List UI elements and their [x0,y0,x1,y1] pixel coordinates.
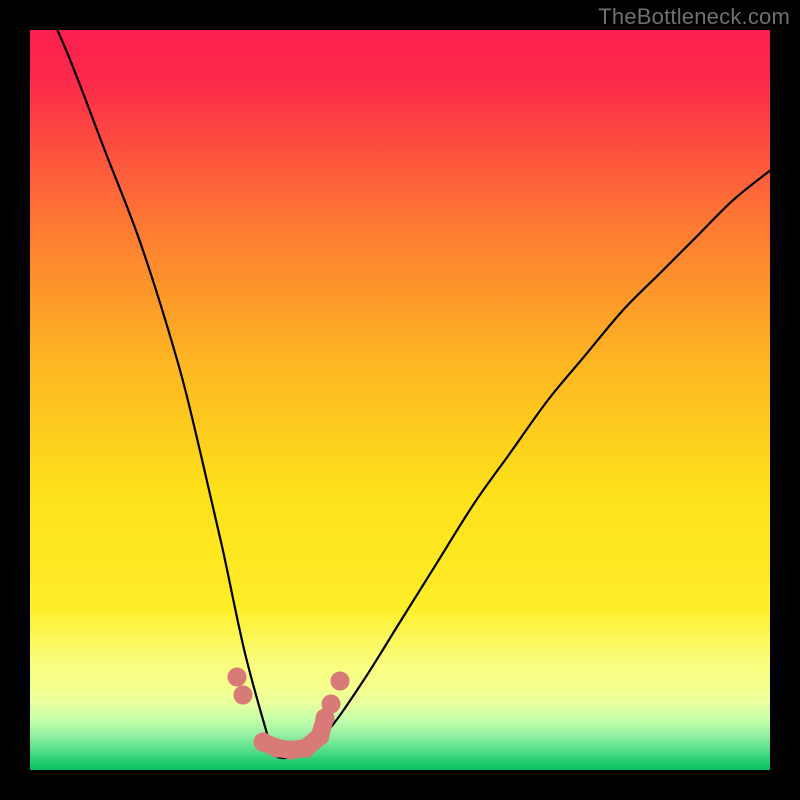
highlight-dots-group [228,668,349,759]
chart-stage: TheBottleneck.com [0,0,800,800]
watermark-text: TheBottleneck.com [598,4,790,30]
curve-layer [30,30,770,770]
plot-area [30,30,770,770]
bottleneck-curve [30,30,770,758]
highlight-dot [297,739,315,757]
highlight-dot [322,695,340,713]
highlight-dot [234,686,252,704]
highlight-dot [228,668,246,686]
highlight-dot [331,672,349,690]
highlight-dot [311,727,329,745]
